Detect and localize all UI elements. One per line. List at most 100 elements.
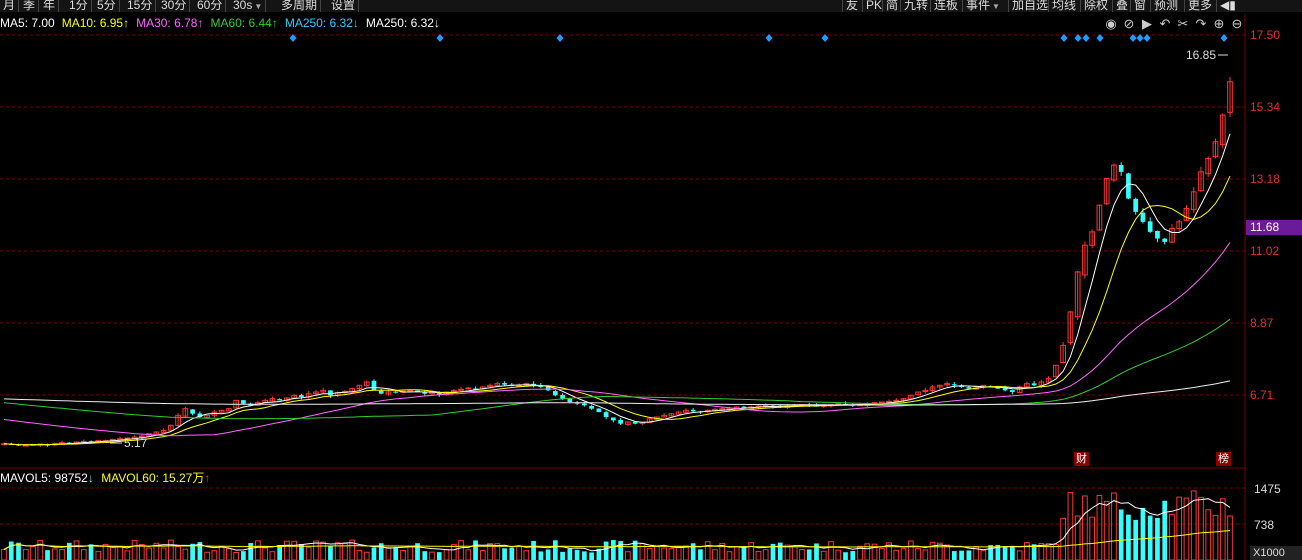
volume-bar	[458, 540, 464, 560]
candle-body	[966, 387, 972, 389]
candle-body	[1118, 165, 1124, 172]
candle-body	[1162, 238, 1168, 242]
volume-bar	[305, 546, 312, 560]
volume-bar	[204, 551, 210, 560]
candle-body	[1155, 230, 1160, 239]
candle-body	[465, 387, 472, 390]
volume-bar	[167, 539, 174, 560]
volume-bar	[313, 540, 319, 560]
volume-bar	[654, 545, 660, 560]
price-tick: 11.02	[1250, 244, 1280, 258]
volume-bar	[777, 542, 783, 560]
candle-body	[393, 391, 399, 393]
moving-average-line	[3, 133, 1231, 446]
volume-bar	[436, 552, 442, 560]
low-price-annotation: 5.17	[124, 436, 148, 450]
volume-bar	[748, 542, 755, 560]
volume-bar	[363, 551, 370, 560]
candle-body	[893, 399, 900, 402]
volume-bar	[241, 551, 246, 560]
volume-bar	[843, 552, 848, 560]
volume-bar	[88, 544, 94, 560]
volume-bar	[1162, 500, 1168, 560]
volume-bar	[1155, 517, 1160, 560]
volume-legend: MAVOL5: 98752↓ MAVOL60: 15.27万↑	[0, 471, 210, 485]
volume-bar	[552, 540, 558, 560]
volume-bar	[1126, 514, 1131, 560]
volume-bar	[589, 552, 594, 560]
volume-bar	[907, 540, 914, 560]
candle-body	[589, 406, 594, 409]
volume-bar	[22, 549, 29, 560]
volume-bar	[1133, 519, 1139, 560]
volume-bar	[698, 549, 703, 560]
volume-bar	[791, 546, 798, 560]
volume-bar	[864, 543, 871, 560]
high-price-annotation: 16.85	[1186, 48, 1216, 62]
candle-body	[190, 409, 195, 414]
volume-bar	[516, 545, 522, 560]
finance-marker[interactable]: 财	[1074, 452, 1089, 466]
volume-bar	[1103, 500, 1110, 560]
volume-bar	[328, 545, 333, 560]
volume-bar	[160, 547, 167, 560]
volume-bar	[1016, 550, 1023, 560]
volume-bar	[1205, 509, 1212, 560]
volume-bar	[944, 544, 950, 560]
candle-body	[596, 408, 602, 413]
volume-bar	[37, 539, 44, 560]
price-tick: 13.18	[1250, 172, 1281, 186]
mavol5-label: MAVOL5: 98752	[0, 471, 88, 485]
volume-bar	[1111, 492, 1117, 560]
candle-body	[502, 383, 507, 385]
volume-bar	[465, 549, 472, 560]
volume-bar	[538, 551, 544, 560]
volume-bar	[661, 547, 668, 560]
volume-bar	[393, 547, 399, 560]
volume-bar	[450, 544, 457, 560]
volume-bar	[567, 548, 573, 560]
volume-bar	[226, 548, 232, 560]
volume-bar	[929, 541, 936, 560]
event-diamond	[1143, 34, 1151, 42]
event-diamond	[1096, 34, 1104, 42]
price-tick: 8.87	[1250, 316, 1274, 330]
volume-bar	[356, 549, 363, 560]
volume-unit-label: X1000	[1250, 546, 1302, 560]
volume-bar	[8, 541, 14, 560]
volume-bar	[545, 549, 551, 560]
volume-bar	[878, 547, 885, 560]
volume-bar	[755, 550, 762, 560]
volume-ma-line	[3, 498, 1231, 552]
rank-marker[interactable]: 榜	[1216, 452, 1231, 466]
candle-body	[1002, 388, 1008, 391]
volume-bar	[646, 547, 653, 560]
volume-bar	[400, 549, 406, 560]
volume-bar	[951, 551, 957, 560]
volume-bar	[1, 548, 7, 560]
volume-bar	[407, 545, 414, 560]
candle-body	[1010, 390, 1015, 392]
volume-bar	[124, 550, 131, 560]
event-diamond	[765, 34, 773, 42]
volume-bar	[117, 546, 123, 560]
volume-ma-line	[3, 530, 1231, 550]
candle-body	[277, 399, 283, 401]
volume-bar	[726, 551, 733, 560]
volume-bar	[1118, 509, 1124, 560]
volume-bar	[980, 549, 987, 560]
volume-bar	[218, 545, 225, 560]
volume-bar	[900, 547, 907, 560]
volume-bar	[429, 551, 435, 560]
volume-bar	[233, 551, 239, 560]
volume-bar	[262, 547, 269, 560]
volume-bar	[1198, 496, 1204, 560]
volume-bar	[95, 550, 102, 560]
volume-bar	[422, 551, 428, 560]
candle-body	[560, 394, 565, 399]
candle-body	[371, 380, 377, 391]
volume-bar	[371, 547, 377, 560]
volume-bar	[1183, 497, 1190, 560]
volume-bar	[385, 547, 392, 560]
volume-bar	[835, 549, 842, 560]
